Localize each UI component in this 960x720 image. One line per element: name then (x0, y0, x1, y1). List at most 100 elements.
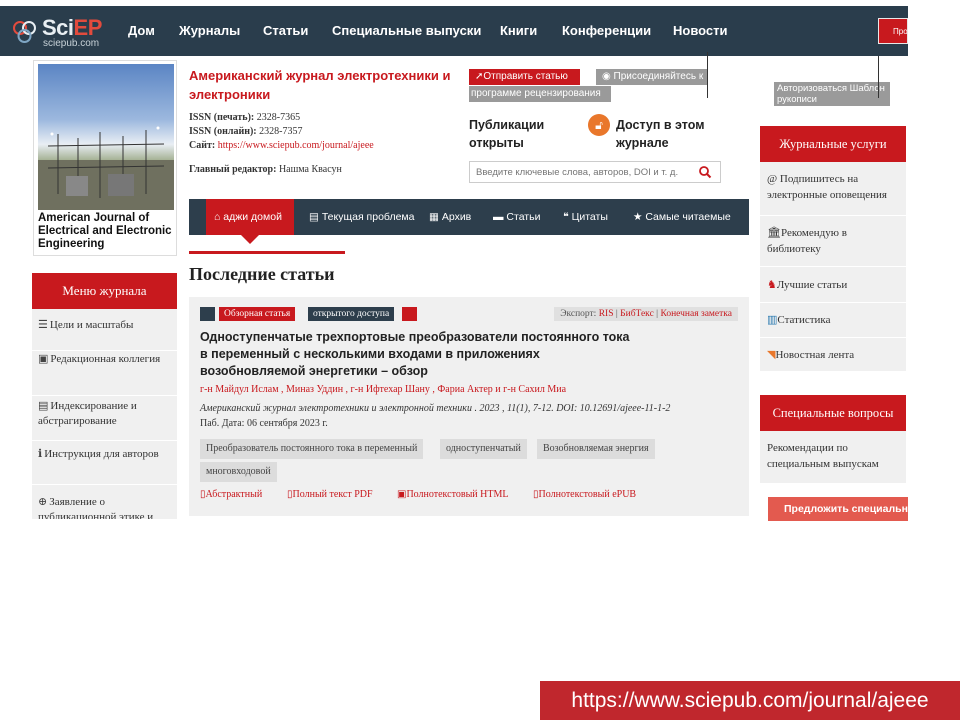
issn-online-label: ISSN (онлайн): (189, 126, 257, 137)
tab-label: Архив (441, 211, 472, 223)
tab-most-read[interactable]: ★ Самые читаемые (633, 199, 731, 235)
cover-title: American Journal of Electrical and Elect… (38, 212, 172, 250)
article-authors[interactable]: г-н Майдул Ислам , Миназ Уддин , г-н Ифт… (200, 384, 566, 395)
eye-icon: ◉ (602, 71, 614, 82)
article-card: Обзорная статья открытого доступа Экспор… (189, 297, 749, 516)
journal-menu: ☰ Цели и масштабы ▣ Редакционная коллегия … (32, 309, 177, 519)
journal-site: Сайт: https://www.sciepub.com/journal/aj… (189, 140, 374, 151)
service-label: Новостная лента (775, 349, 855, 361)
search-box (469, 161, 721, 183)
link-label: Полный текст PDF (292, 489, 373, 500)
service-email-alerts[interactable]: @ Подпишитесь на электронные оповещения (760, 171, 906, 216)
keyword-tag[interactable]: одноступенчатый (440, 439, 527, 459)
nav-home[interactable]: Дом (128, 23, 155, 38)
file-icon: ▤ (309, 211, 322, 223)
divider-line (878, 56, 879, 98)
top-navigation-bar: SciEP sciepub.com Дом Журналы Статьи Спе… (0, 6, 908, 56)
full-text-html-link[interactable]: ▣Полнотекстовый HTML (397, 489, 508, 500)
tab-label: аджи домой (223, 211, 282, 223)
link-label: Абстрактный (205, 489, 263, 500)
nav-books[interactable]: Книги (500, 23, 537, 38)
menu-item-label: Заявление о публикационной этике и (38, 496, 154, 519)
issn-online-value: 2328-7357 (259, 126, 303, 137)
tab-journal-home[interactable]: ⌂ аджи домой (206, 199, 294, 244)
keyword-tag[interactable]: многовходовой (200, 462, 277, 482)
editor-label: Главный редактор: (189, 164, 277, 175)
service-statistics[interactable]: ▥Статистика (760, 304, 906, 338)
export-endnote-link[interactable]: Конечная заметка (660, 309, 732, 319)
export-bibtex-link[interactable]: БибТекс (620, 309, 654, 319)
menu-item-editorial-board[interactable]: ▣ Редакционная коллегия (32, 351, 177, 396)
article-tag-square (402, 307, 417, 321)
url-banner: https://www.sciepub.com/journal/ajeee (540, 681, 960, 720)
menu-item-label: Редакционная коллегия (50, 353, 161, 365)
nav-special-issues[interactable]: Специальные выпуски (332, 23, 481, 38)
trophy-icon: ♞ (767, 279, 777, 291)
abstract-link[interactable]: ▯Абстрактный (200, 489, 262, 500)
tab-citations[interactable]: ❝ Цитаты (563, 199, 608, 235)
editor-name: Нашма Квасун (278, 164, 342, 175)
issn-print-label: ISSN (печать): (189, 112, 255, 123)
site-link[interactable]: https://www.sciepub.com/journal/ajeee (218, 140, 374, 151)
globe-icon: ⊕ (38, 496, 48, 508)
search-icon[interactable] (698, 165, 712, 179)
substation-image (38, 126, 174, 210)
tab-label: Статьи (506, 211, 541, 223)
search-input[interactable] (476, 165, 686, 180)
service-recommend-library[interactable]: 🏛︎Рекомендую в библиотеку (760, 217, 906, 267)
manuscript-template-button[interactable]: Авторизоваться Шаблон рукописи (774, 82, 890, 106)
service-label: Лучшие статьи (776, 279, 848, 291)
join-review-button-line2[interactable]: программе рецензирования (469, 86, 611, 102)
tab-archive[interactable]: ▦ Архив (429, 199, 471, 235)
archive-icon: ▦ (429, 211, 442, 223)
sciep-logo[interactable]: SciEP sciepub.com (10, 13, 112, 49)
service-label: Подпишитесь на электронные оповещения (767, 173, 887, 201)
nav-profile-button[interactable]: Про (878, 18, 908, 44)
export-links: Экспорт: RIS | БибТекс | Конечная заметк… (554, 307, 738, 321)
tag-review-article: Обзорная статья (219, 307, 296, 321)
open-access-icon: 🔓︎ (588, 114, 610, 136)
menu-item-indexing[interactable]: ▤ Индексирование и абстрагирование (32, 397, 177, 441)
menu-item-label: Цели и масштабы (49, 319, 134, 331)
tab-label: Цитаты (571, 211, 608, 223)
latest-articles-title: Последние статьи (189, 264, 335, 284)
menu-item-label: Инструкция для авторов (44, 448, 159, 460)
service-top-articles[interactable]: ♞Лучшие статьи (760, 268, 906, 303)
tab-current-issue[interactable]: ▤ Текущая проблема (309, 199, 414, 235)
chief-editor: Главный редактор: Нашма Квасун (189, 164, 342, 175)
submit-article-button[interactable]: ➚Отправить статью (469, 69, 580, 85)
journal-cover[interactable]: American Journal of Electrical and Elect… (33, 60, 177, 256)
menu-item-ethics[interactable]: ⊕ Заявление о публикационной этике и (32, 486, 177, 519)
article-title[interactable]: Одноступенчатые трехпортовые преобразова… (200, 329, 640, 380)
nav-conferences[interactable]: Конференции (562, 23, 651, 38)
export-ris-link[interactable]: RIS (599, 309, 614, 319)
join-label-1: Присоединяйтесь к (613, 71, 704, 82)
full-text-epub-link[interactable]: ▯Полнотекстовый ePUB (533, 489, 636, 500)
database-icon: ▤ (38, 400, 49, 412)
info-icon: ℹ (38, 448, 43, 460)
logo-mark-icon (13, 21, 36, 43)
tab-label: Самые читаемые (645, 211, 731, 223)
divider-line (707, 52, 708, 98)
keyword-tag[interactable]: Преобразователь постоянного тока в перем… (200, 439, 424, 459)
propose-special-issue-button[interactable]: Предложить специальны (768, 497, 908, 521)
at-icon: @ (767, 173, 778, 185)
special-issues-guidelines[interactable]: Рекомендации по специальным выпускам (760, 440, 906, 480)
join-review-button[interactable]: ◉ Присоединяйтесь к (596, 69, 708, 85)
article-icon: ▬ (493, 211, 507, 223)
nav-articles[interactable]: Статьи (263, 23, 308, 38)
menu-item-aims-scope[interactable]: ☰ Цели и масштабы (32, 318, 177, 351)
submit-label: Отправить статью (483, 71, 568, 82)
service-rss[interactable]: ◥Новостная лента (760, 339, 906, 372)
full-text-pdf-link[interactable]: ▯Полный текст PDF (287, 489, 373, 500)
menu-item-author-instructions[interactable]: ℹ Инструкция для авторов (32, 442, 177, 485)
tag-open-access: открытого доступа (308, 307, 395, 321)
logo-site: sciepub.com (43, 38, 100, 49)
home-icon: ⌂ (214, 211, 224, 223)
list-icon: ☰ (38, 319, 48, 331)
nav-news[interactable]: Новости (673, 23, 728, 38)
export-label: Экспорт: (560, 309, 597, 319)
keyword-tag[interactable]: Возобновляемая энергия (537, 439, 655, 459)
nav-journals[interactable]: Журналы (179, 23, 240, 38)
tab-articles[interactable]: ▬ Статьи (493, 199, 540, 235)
